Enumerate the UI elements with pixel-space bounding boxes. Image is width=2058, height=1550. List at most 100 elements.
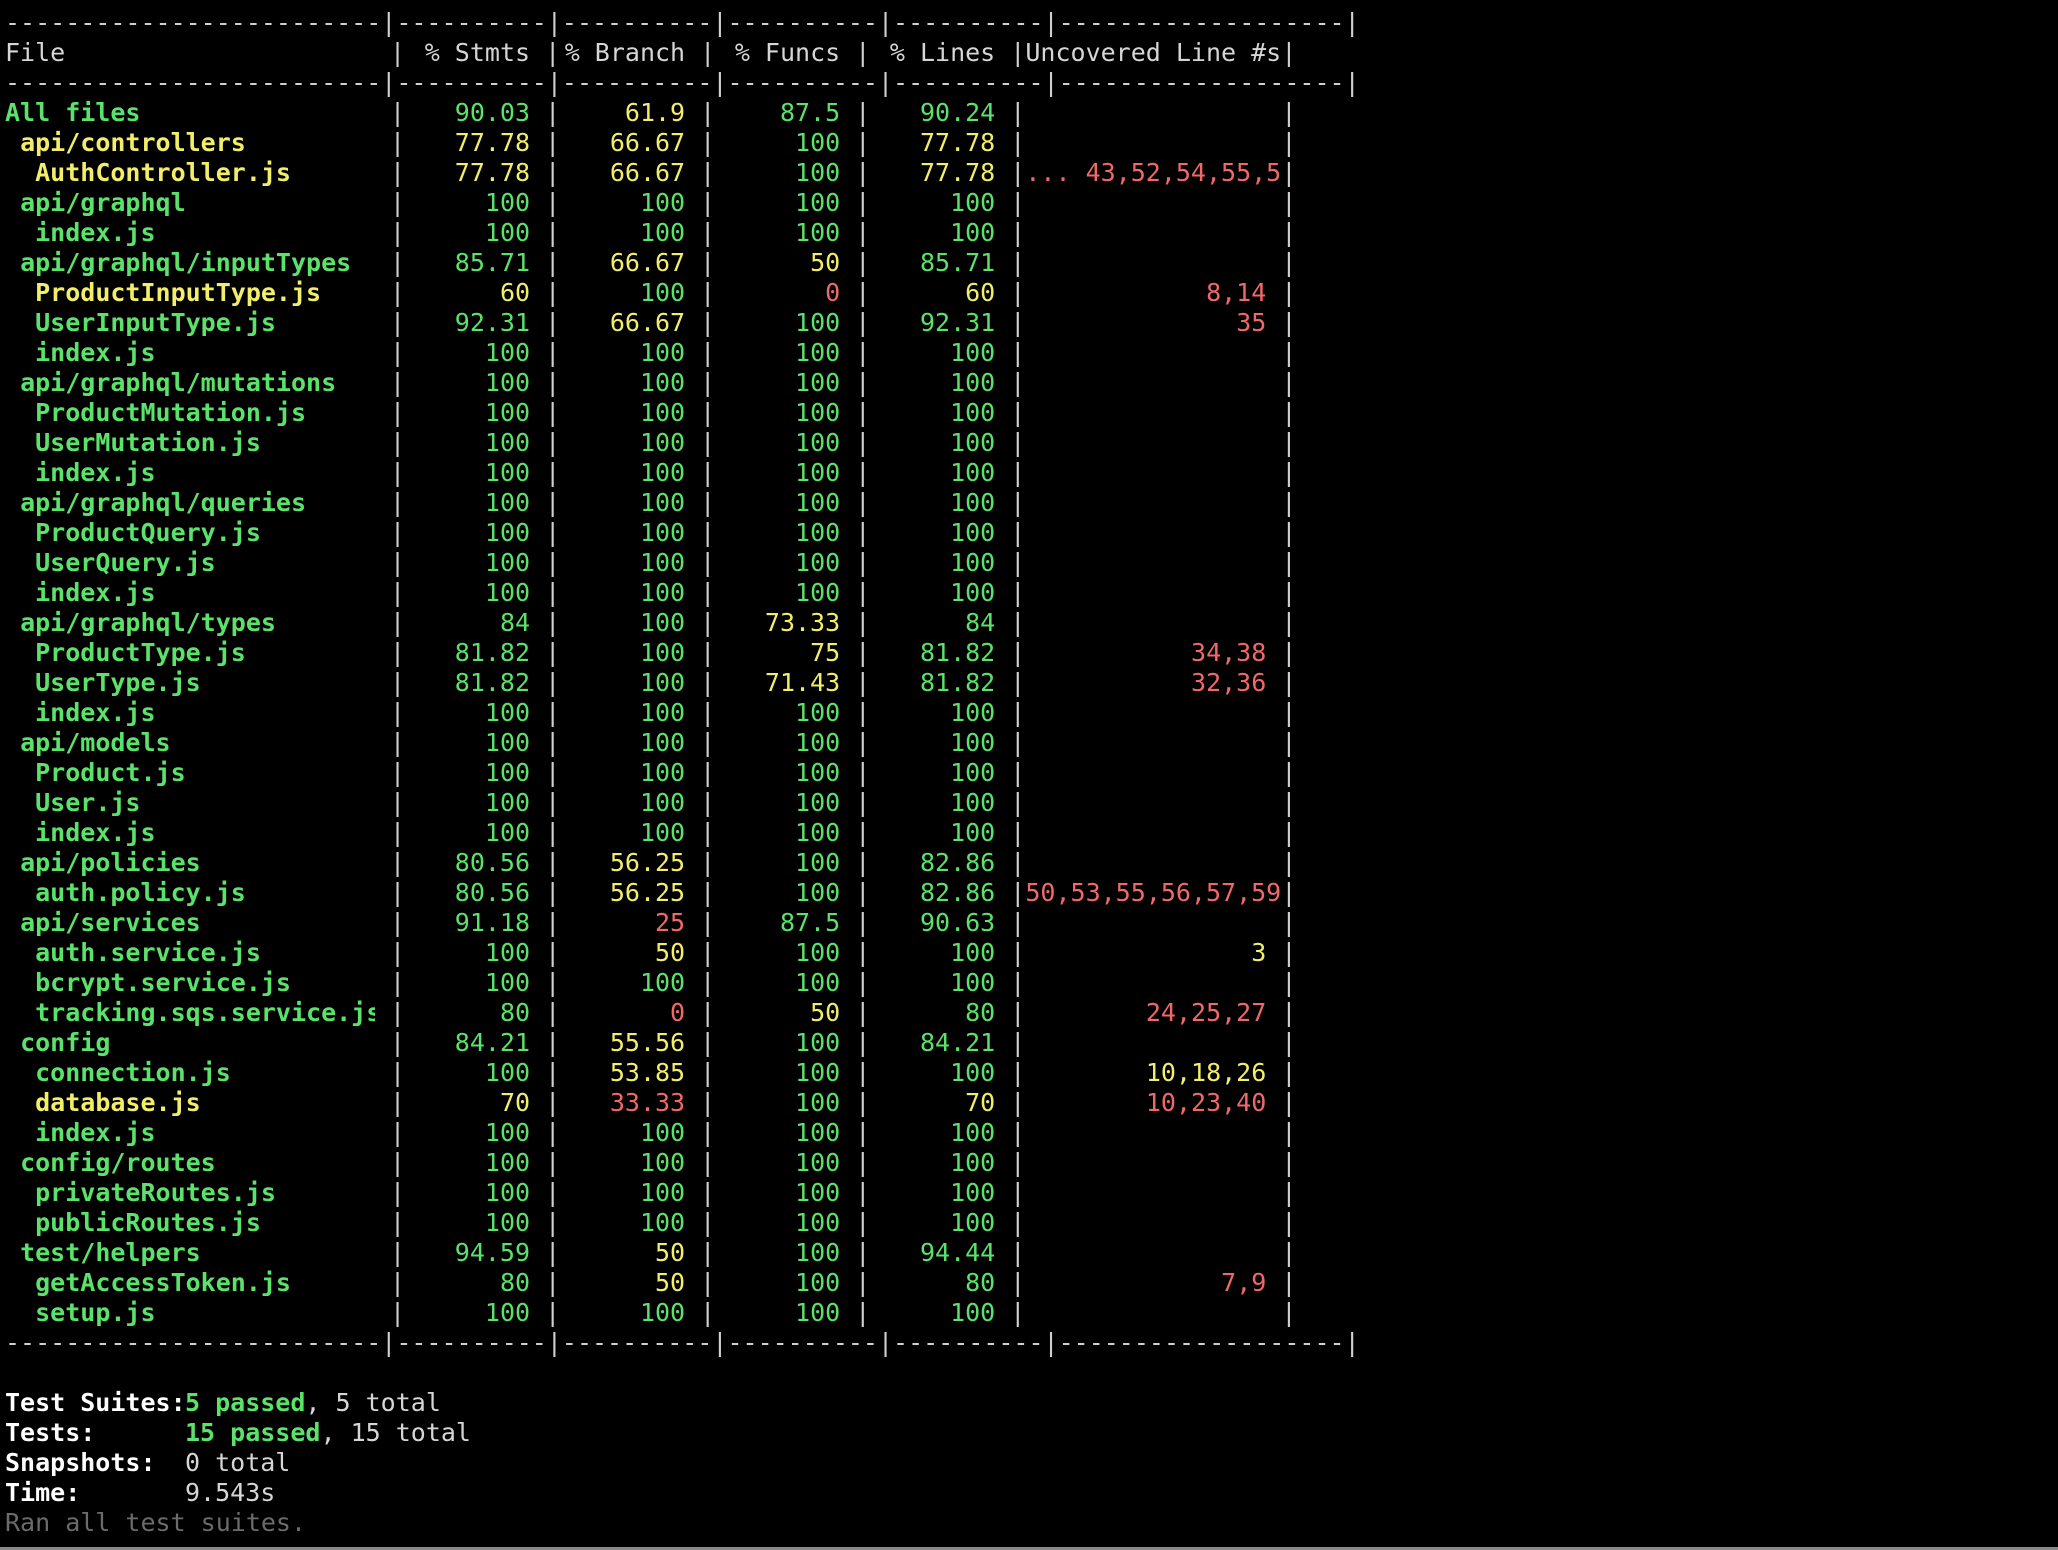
row-branch-value: 100 (639, 428, 686, 457)
row-uncovered-lines (1025, 1028, 1281, 1058)
header-file: File (5, 38, 66, 67)
row-uncovered-lines: 3 (1251, 938, 1267, 967)
row-funcs-value: 87.5 (779, 908, 841, 937)
table-rule-header: -------------------------|----------|---… (5, 68, 1360, 97)
row-file-name: index.js (35, 1118, 156, 1147)
row-stmts-value: 100 (484, 548, 531, 577)
row-uncovered-lines (1025, 788, 1281, 818)
row-funcs-value: 100 (795, 878, 841, 907)
row-stmts-value: 100 (484, 1118, 531, 1147)
table-row: ProductInputType.js | 60 | 100 | 0 | 60 | 8,1… (5, 278, 2045, 308)
row-uncovered-lines: ... 43,52,54,55,59 (1025, 158, 1282, 187)
row-funcs-value: 100 (795, 158, 841, 187)
row-funcs-value: 87.5 (779, 98, 841, 127)
row-uncovered-lines (1025, 908, 1281, 938)
table-rule-top: -------------------------|----------|---… (5, 8, 1360, 37)
table-rule-bottom: -------------------------|----------|---… (5, 1328, 1360, 1357)
row-funcs-value: 100 (795, 968, 841, 997)
row-funcs-value: 71.43 (764, 668, 841, 697)
row-branch-value: 100 (639, 368, 686, 397)
row-stmts-value: 100 (484, 818, 531, 847)
row-stmts-value: 81.82 (454, 668, 531, 697)
terminal-output: -------------------------|----------|---… (5, 8, 2045, 1538)
row-file-name: auth.policy.js (35, 878, 246, 907)
row-file-name: config (20, 1028, 111, 1057)
table-row: index.js | 100 | 100 | 100 | 100 | | (5, 338, 2045, 368)
row-uncovered-lines (1025, 128, 1281, 158)
row-funcs-value: 50 (810, 248, 841, 277)
row-funcs-value: 100 (795, 1208, 841, 1237)
row-file-name: auth.service.js (35, 938, 261, 967)
row-stmts-value: 91.18 (454, 908, 531, 937)
row-stmts-value: 100 (484, 218, 531, 247)
table-row: Product.js | 100 | 100 | 100 | 100 | | (5, 758, 2045, 788)
row-stmts-value: 100 (484, 578, 531, 607)
row-branch-value: 100 (639, 458, 686, 487)
row-uncovered-lines: 50,53,55,56,57,59 (1025, 878, 1282, 907)
row-stmts-value: 85.71 (454, 248, 531, 277)
row-uncovered-lines (1025, 218, 1281, 248)
row-uncovered-lines (1025, 1238, 1281, 1268)
row-stmts-value: 100 (484, 1178, 531, 1207)
row-branch-value: 100 (639, 788, 686, 817)
table-row: auth.policy.js | 80.56 | 56.25 | 100 | 82.86… (5, 878, 2045, 908)
row-lines-value: 82.86 (919, 848, 996, 877)
row-branch-value: 100 (639, 1298, 686, 1327)
row-lines-value: 85.71 (919, 248, 996, 277)
row-stmts-value: 70 (499, 1088, 531, 1117)
row-lines-value: 100 (950, 1208, 996, 1237)
row-funcs-value: 100 (795, 728, 841, 757)
row-stmts-value: 100 (484, 338, 531, 367)
table-row: User.js | 100 | 100 | 100 | 100 | | (5, 788, 2045, 818)
row-branch-value: 100 (639, 188, 686, 217)
table-header-row: File |% Stmts |% Branch |% Funcs |% Line… (5, 38, 1297, 67)
row-branch-value: 50 (655, 1238, 686, 1267)
row-funcs-value: 100 (795, 578, 841, 607)
row-branch-value: 100 (639, 698, 686, 727)
row-funcs-value: 100 (795, 938, 841, 967)
summary-footer: Ran all test suites. (5, 1508, 307, 1537)
table-row: config | 84.21 | 55.56 | 100 | 84.21 | | (5, 1028, 2045, 1058)
row-lines-value: 100 (950, 428, 996, 457)
table-row: api/graphql/inputTypes | 85.71 | 66.67 | 50… (5, 248, 2045, 278)
row-funcs-value: 100 (795, 758, 841, 787)
row-uncovered-lines (1025, 698, 1281, 728)
table-row: bcrypt.service.js | 100 | 100 | 100 | 100 | … (5, 968, 2045, 998)
row-branch-value: 100 (639, 968, 686, 997)
row-uncovered-lines: 8,14 (1206, 278, 1267, 307)
row-branch-value: 53.85 (609, 1058, 686, 1087)
row-stmts-value: 100 (484, 968, 531, 997)
row-file-name: api/controllers (20, 128, 246, 157)
row-file-name: index.js (35, 698, 156, 727)
row-stmts-value: 100 (484, 488, 531, 517)
row-file-name: Product.js (35, 758, 186, 787)
row-file-name: index.js (35, 338, 156, 367)
row-uncovered-lines (1025, 758, 1281, 788)
row-uncovered-lines: 32,36 (1191, 668, 1267, 697)
table-row: api/services | 91.18 | 25 | 87.5 | 90.63 | | (5, 908, 2045, 938)
row-lines-value: 100 (950, 968, 996, 997)
row-file-name: UserMutation.js (35, 428, 261, 457)
row-lines-value: 94.44 (919, 1238, 996, 1267)
table-row: publicRoutes.js | 100 | 100 | 100 | 100 | | (5, 1208, 2045, 1238)
row-file-name: api/policies (20, 848, 201, 877)
row-uncovered-lines (1025, 848, 1281, 878)
row-uncovered-lines (1025, 818, 1281, 848)
row-lines-value: 82.86 (919, 878, 996, 907)
table-row: UserQuery.js | 100 | 100 | 100 | 100 | | (5, 548, 2045, 578)
table-row: All files | 90.03 | 61.9 | 87.5 | 90.24 | | (5, 98, 1297, 127)
row-stmts-value: 100 (484, 458, 531, 487)
table-row: index.js | 100 | 100 | 100 | 100 | | (5, 218, 2045, 248)
table-row: ProductType.js | 81.82 | 100 | 75 | 81.82 | 3… (5, 638, 2045, 668)
row-branch-value: 100 (639, 728, 686, 757)
row-uncovered-lines (1025, 968, 1281, 998)
row-file-name: privateRoutes.js (35, 1178, 276, 1207)
row-lines-value: 100 (950, 1058, 996, 1087)
row-file-name: UserType.js (35, 668, 201, 697)
table-row: api/graphql/mutations | 100 | 100 | 100 | 10… (5, 368, 2045, 398)
row-file-name: api/graphql/queries (20, 488, 307, 517)
row-file-name: database.js (35, 1088, 201, 1117)
row-funcs-value: 100 (795, 458, 841, 487)
row-uncovered-lines (1025, 518, 1281, 548)
row-uncovered-lines (1025, 338, 1281, 368)
